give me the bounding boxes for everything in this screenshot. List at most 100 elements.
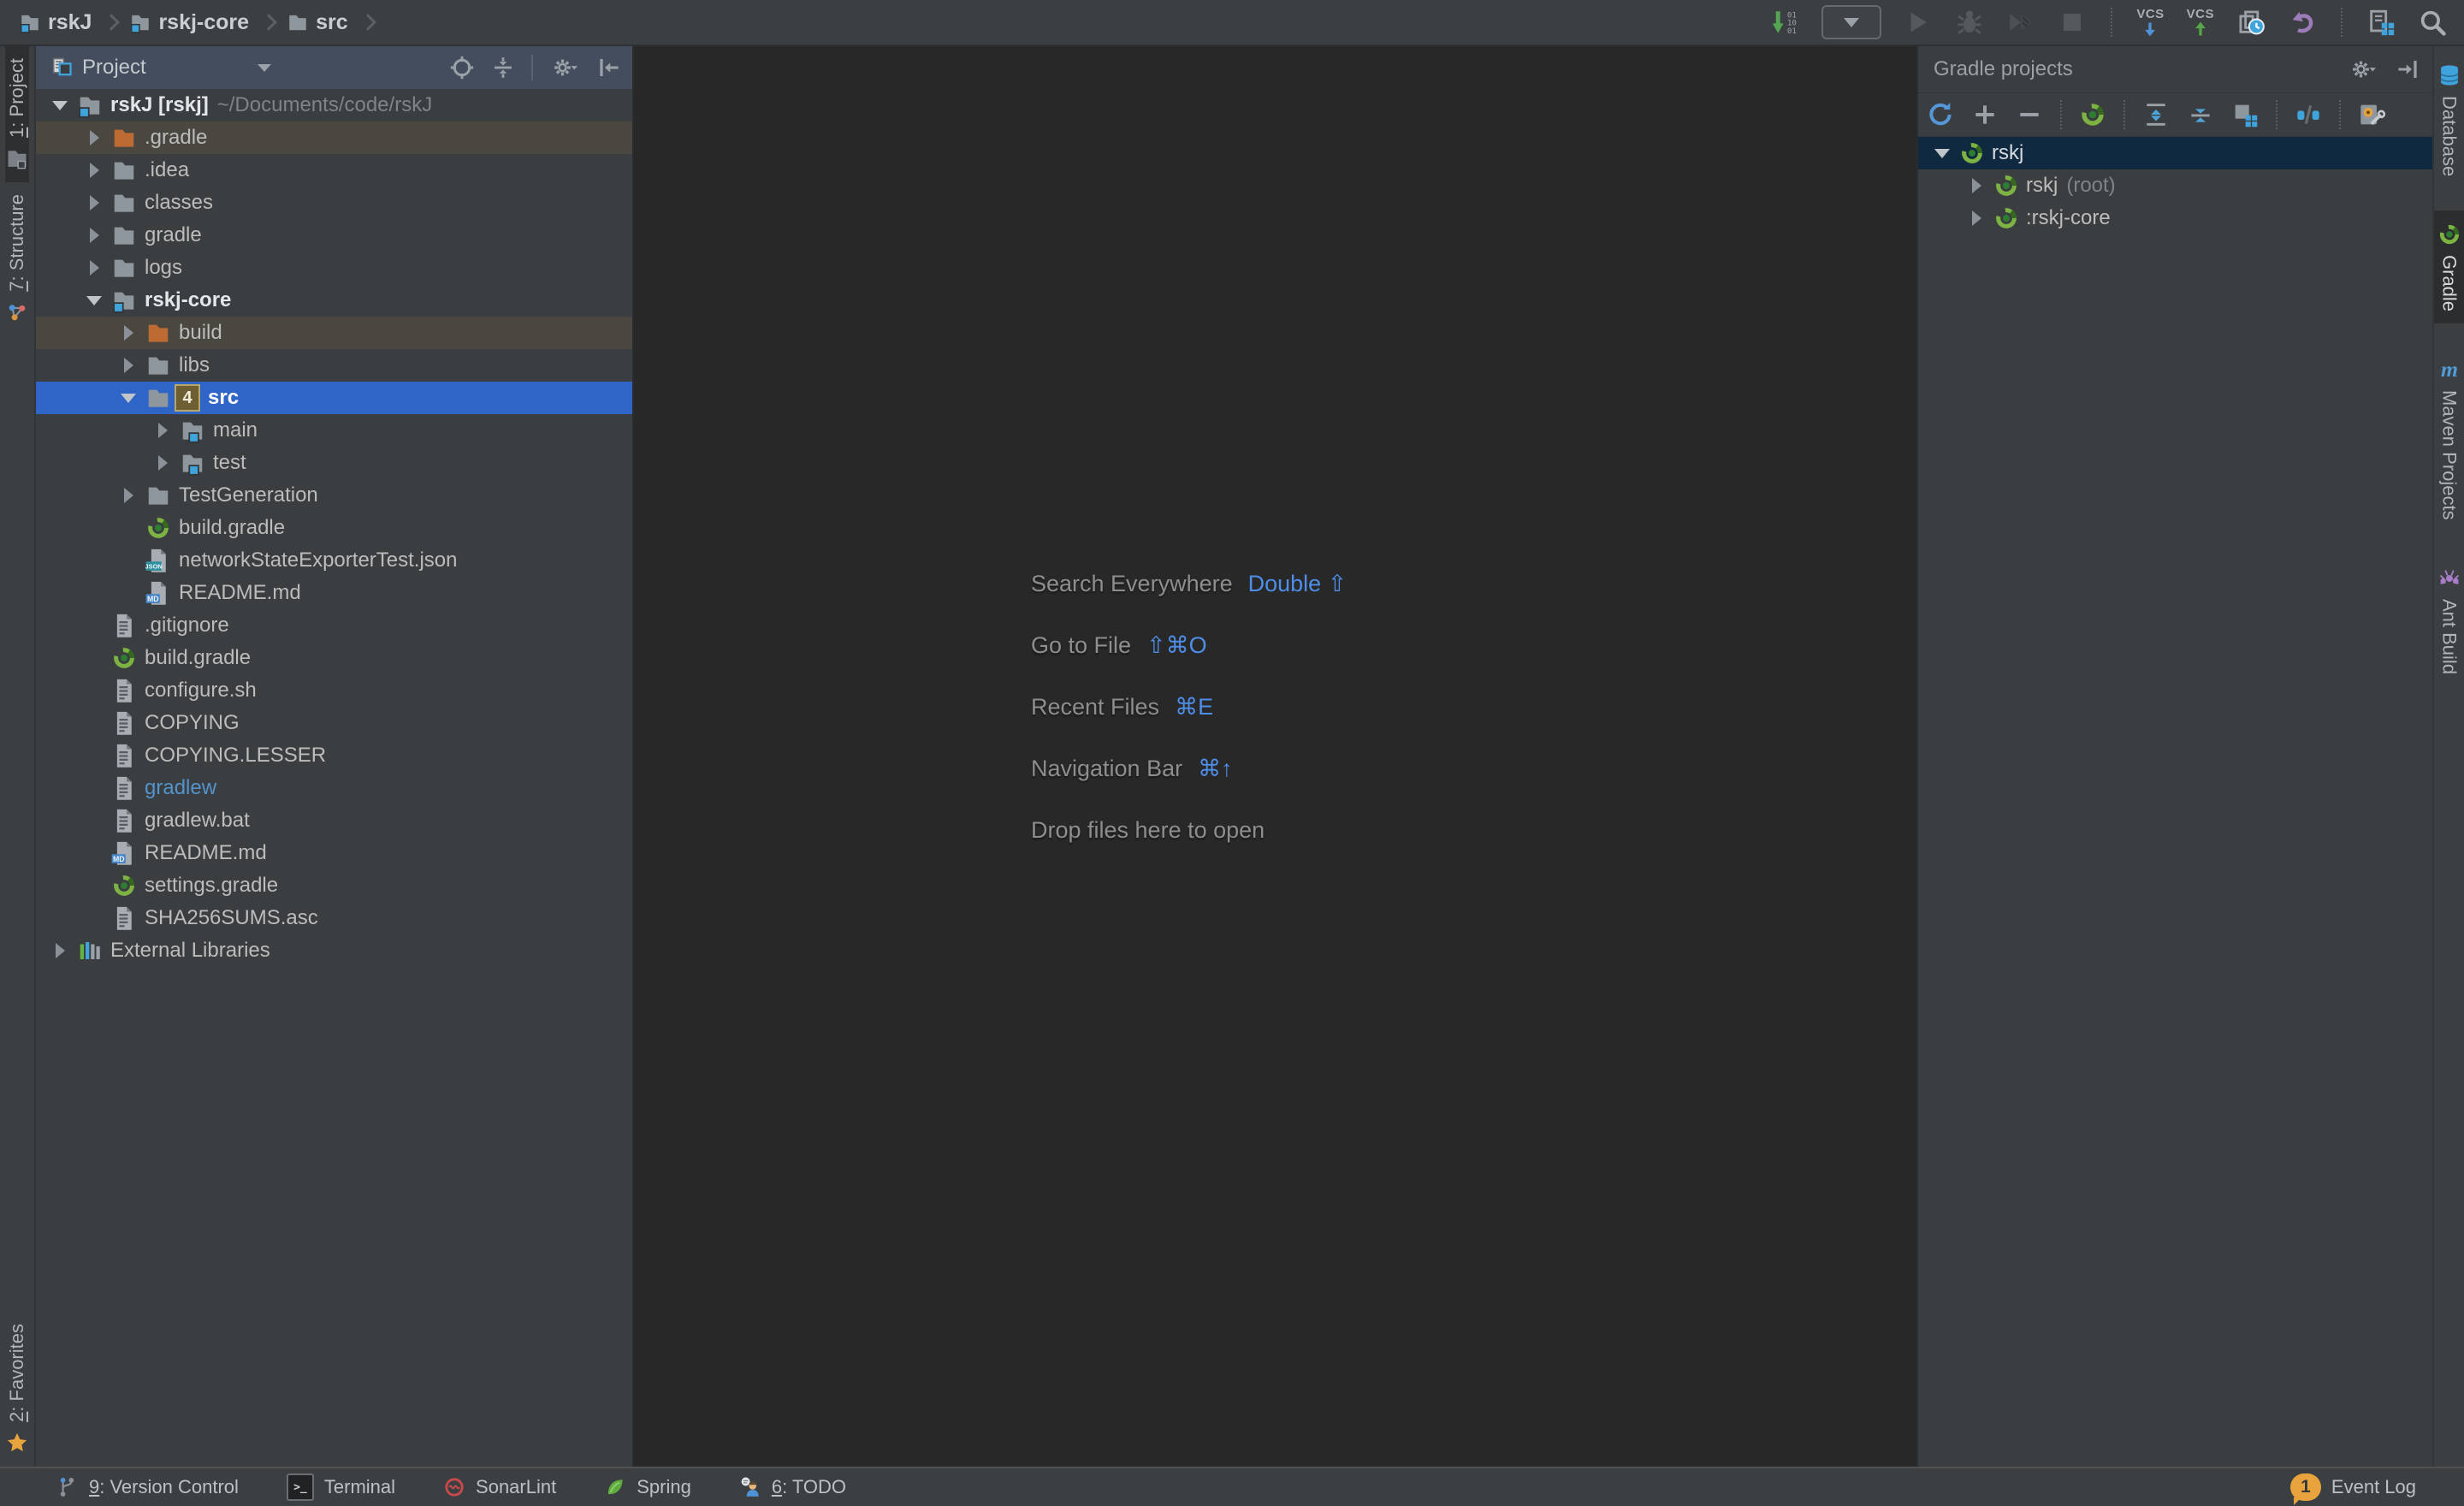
right-tab-database[interactable]: Database bbox=[2434, 51, 2464, 188]
offline-toggle-button[interactable] bbox=[2295, 101, 2322, 128]
breadcrumb-item-src[interactable]: src bbox=[287, 10, 348, 35]
tree-row[interactable]: MDREADME.md bbox=[36, 577, 632, 609]
statusbar-item-spring[interactable]: Spring bbox=[604, 1476, 691, 1498]
tree-item-label: networkStateExporterTest.json bbox=[179, 548, 458, 572]
tree-row[interactable]: rskj-core bbox=[36, 284, 632, 317]
text-file-icon bbox=[111, 613, 137, 638]
tree-expand-arrow[interactable] bbox=[43, 101, 77, 110]
statusbar-item-sonarlint[interactable]: SonarLint bbox=[443, 1476, 556, 1498]
tree-row[interactable]: libs bbox=[36, 349, 632, 382]
tree-collapse-arrow[interactable] bbox=[77, 195, 111, 210]
tree-row[interactable]: classes bbox=[36, 187, 632, 219]
tree-collapse-arrow[interactable] bbox=[77, 260, 111, 276]
event-log-badge[interactable]: 1 bbox=[2290, 1473, 2321, 1501]
editor-area[interactable]: Search EverywhereDouble ⇧Go to File⇧⌘ORe… bbox=[634, 46, 1916, 1467]
detach-minus-button[interactable] bbox=[2016, 101, 2043, 128]
tree-collapse-arrow[interactable] bbox=[111, 488, 145, 503]
tree-row[interactable]: rskJ [rskj]~/Documents/code/rskJ bbox=[36, 89, 632, 122]
tree-expand-arrow[interactable] bbox=[77, 296, 111, 305]
gradle-tree-row[interactable]: :rskj-core bbox=[1918, 202, 2432, 234]
right-tab-ant-build[interactable]: Ant Build bbox=[2434, 554, 2464, 686]
tree-collapse-arrow[interactable] bbox=[145, 423, 180, 438]
gear-dropdown-button[interactable] bbox=[548, 55, 581, 80]
tree-row[interactable]: .gitignore bbox=[36, 609, 632, 642]
tree-item-label: configure.sh bbox=[145, 679, 257, 703]
collapse-all-blue-button[interactable] bbox=[2187, 101, 2214, 128]
folder-gray-icon bbox=[111, 222, 137, 248]
tree-expand-arrow[interactable] bbox=[111, 394, 145, 403]
tree-collapse-arrow[interactable] bbox=[77, 163, 111, 178]
tree-row[interactable]: MDREADME.md bbox=[36, 837, 632, 869]
rollback-button[interactable] bbox=[2288, 8, 2317, 37]
tree-row[interactable]: build.gradle bbox=[36, 642, 632, 674]
vcs-commit-button[interactable]: VCS bbox=[2187, 8, 2214, 38]
sidebar-tab-favorites[interactable]: 2: Favorites bbox=[5, 1312, 29, 1467]
tree-row[interactable]: test bbox=[36, 447, 632, 479]
tree-row[interactable]: SHA256SUMS.asc bbox=[36, 902, 632, 934]
update-code-button[interactable]: 011001 bbox=[1770, 8, 1799, 37]
tree-collapse-arrow[interactable] bbox=[1959, 178, 1993, 193]
sidebar-tab-project[interactable]: 1: Project bbox=[5, 46, 29, 182]
attach-plus-button[interactable] bbox=[1971, 101, 1999, 128]
tree-row[interactable]: JSONnetworkStateExporterTest.json bbox=[36, 544, 632, 577]
gradle-tree-row[interactable]: rskj(root) bbox=[1918, 169, 2432, 202]
tree-collapse-arrow[interactable] bbox=[111, 358, 145, 373]
tree-row[interactable]: gradle bbox=[36, 219, 632, 252]
statusbar-item-terminal[interactable]: >_Terminal bbox=[287, 1473, 395, 1501]
tree-collapse-arrow[interactable] bbox=[111, 325, 145, 341]
hide-left-button[interactable] bbox=[596, 55, 622, 80]
right-toolwindow-bar: Database Gradle mMaven Projects Ant Build bbox=[2432, 46, 2464, 1467]
breadcrumb-item-rskJ[interactable]: rskJ bbox=[19, 10, 92, 35]
gradle-tree-row[interactable]: rskj bbox=[1918, 137, 2432, 169]
tree-row[interactable]: gradlew bbox=[36, 772, 632, 804]
tree-row[interactable]: External Libraries bbox=[36, 934, 632, 967]
tree-row[interactable]: .idea bbox=[36, 154, 632, 187]
tree-row[interactable]: build.gradle bbox=[36, 512, 632, 544]
tree-row[interactable]: main bbox=[36, 414, 632, 447]
tree-row[interactable]: .gradle bbox=[36, 122, 632, 154]
gradle-settings-button[interactable] bbox=[2358, 101, 2385, 128]
run-config-dropdown[interactable] bbox=[1821, 5, 1881, 39]
folder-source-icon bbox=[180, 418, 205, 443]
recent-changes-button[interactable] bbox=[2236, 8, 2266, 37]
tree-item-label: gradlew bbox=[145, 776, 216, 800]
tree-collapse-arrow[interactable] bbox=[77, 228, 111, 243]
statusbar-item-version-control[interactable]: 9: Version Control bbox=[56, 1476, 239, 1498]
statusbar-item-label: Terminal bbox=[324, 1476, 395, 1498]
tree-row[interactable]: COPYING.LESSER bbox=[36, 739, 632, 772]
tree-row[interactable]: gradlew.bat bbox=[36, 804, 632, 837]
tree-row[interactable]: 4src bbox=[36, 382, 632, 414]
collapse-all-button[interactable] bbox=[490, 55, 516, 80]
group-modules-button[interactable] bbox=[2231, 101, 2259, 128]
tree-row[interactable]: TestGeneration bbox=[36, 479, 632, 512]
hide-right-button[interactable] bbox=[2395, 56, 2420, 82]
breadcrumb-item-rskj-core[interactable]: rskj-core bbox=[129, 10, 249, 35]
hide-right-icon bbox=[2395, 56, 2420, 82]
sidebar-tab-structure[interactable]: 7: Structure bbox=[5, 182, 29, 336]
gradle-run-button[interactable] bbox=[2079, 101, 2106, 128]
gradle-file-icon bbox=[111, 873, 137, 898]
gear-dropdown-button[interactable] bbox=[2347, 56, 2379, 82]
tree-collapse-arrow[interactable] bbox=[77, 130, 111, 145]
export-modules-button[interactable] bbox=[2366, 8, 2396, 37]
tree-collapse-arrow[interactable] bbox=[43, 943, 77, 958]
search-everywhere-button[interactable] bbox=[2418, 8, 2447, 37]
vcs-update-button[interactable]: VCS bbox=[2136, 8, 2164, 38]
chevron-down-icon[interactable] bbox=[258, 64, 271, 72]
statusbar-item-event-log[interactable]: Event Log bbox=[2331, 1476, 2416, 1498]
right-tab-maven-projects[interactable]: mMaven Projects bbox=[2434, 346, 2464, 532]
tree-row[interactable]: build bbox=[36, 317, 632, 349]
tree-row[interactable]: configure.sh bbox=[36, 674, 632, 707]
right-tab-gradle[interactable]: Gradle bbox=[2434, 210, 2464, 323]
statusbar-item-todo[interactable]: 6: TODO bbox=[739, 1476, 846, 1498]
refresh-button[interactable] bbox=[1927, 101, 1954, 128]
locate-button[interactable] bbox=[449, 55, 475, 80]
tree-expand-arrow[interactable] bbox=[1925, 149, 1959, 158]
tree-collapse-arrow[interactable] bbox=[1959, 210, 1993, 226]
tree-row[interactable]: COPYING bbox=[36, 707, 632, 739]
tree-row[interactable]: logs bbox=[36, 252, 632, 284]
breadcrumb-label: rskJ bbox=[48, 10, 92, 35]
tree-row[interactable]: settings.gradle bbox=[36, 869, 632, 902]
expand-all-button[interactable] bbox=[2142, 101, 2170, 128]
tree-collapse-arrow[interactable] bbox=[145, 455, 180, 471]
